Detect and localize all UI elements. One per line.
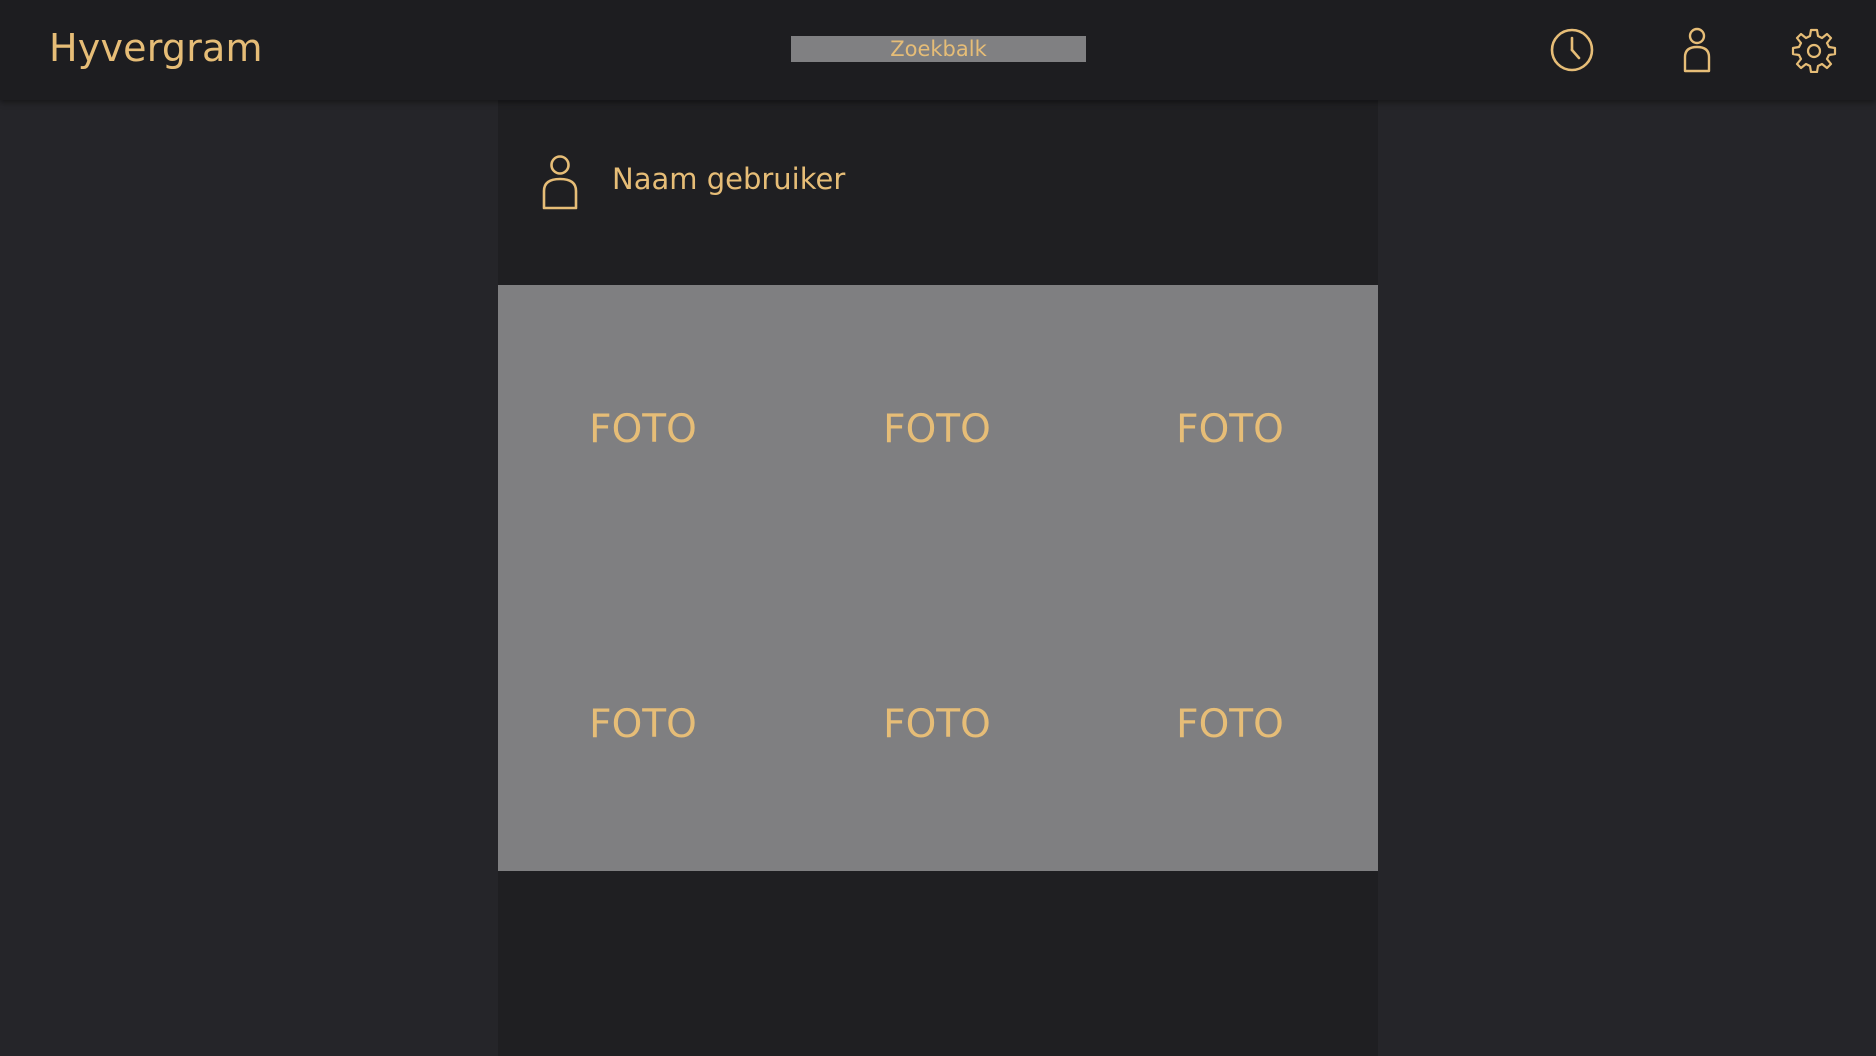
user-avatar-icon — [542, 155, 578, 210]
photo-tile[interactable]: FOTO — [827, 695, 1047, 755]
search-input[interactable] — [791, 36, 1086, 62]
gear-icon — [1791, 28, 1837, 73]
settings-button[interactable] — [1790, 26, 1838, 74]
left-background-panel — [0, 100, 498, 1056]
profile-button[interactable] — [1673, 26, 1721, 74]
profile-avatar[interactable] — [540, 154, 580, 210]
photo-tile[interactable]: FOTO — [827, 400, 1047, 460]
app-title[interactable]: Hyvergram — [49, 24, 263, 72]
top-navigation-bar: Hyvergram — [0, 0, 1876, 100]
right-background-panel — [1378, 100, 1876, 1056]
history-button[interactable] — [1548, 26, 1596, 74]
clock-icon — [1550, 28, 1594, 72]
photo-grid: FOTO FOTO FOTO FOTO FOTO FOTO — [498, 285, 1378, 871]
photo-tile[interactable]: FOTO — [533, 695, 753, 755]
photo-tile[interactable]: FOTO — [533, 400, 753, 460]
photo-tile[interactable]: FOTO — [1120, 400, 1340, 460]
profile-username: Naam gebruiker — [612, 162, 846, 196]
photo-tile[interactable]: FOTO — [1120, 695, 1340, 755]
user-icon — [1683, 27, 1711, 73]
